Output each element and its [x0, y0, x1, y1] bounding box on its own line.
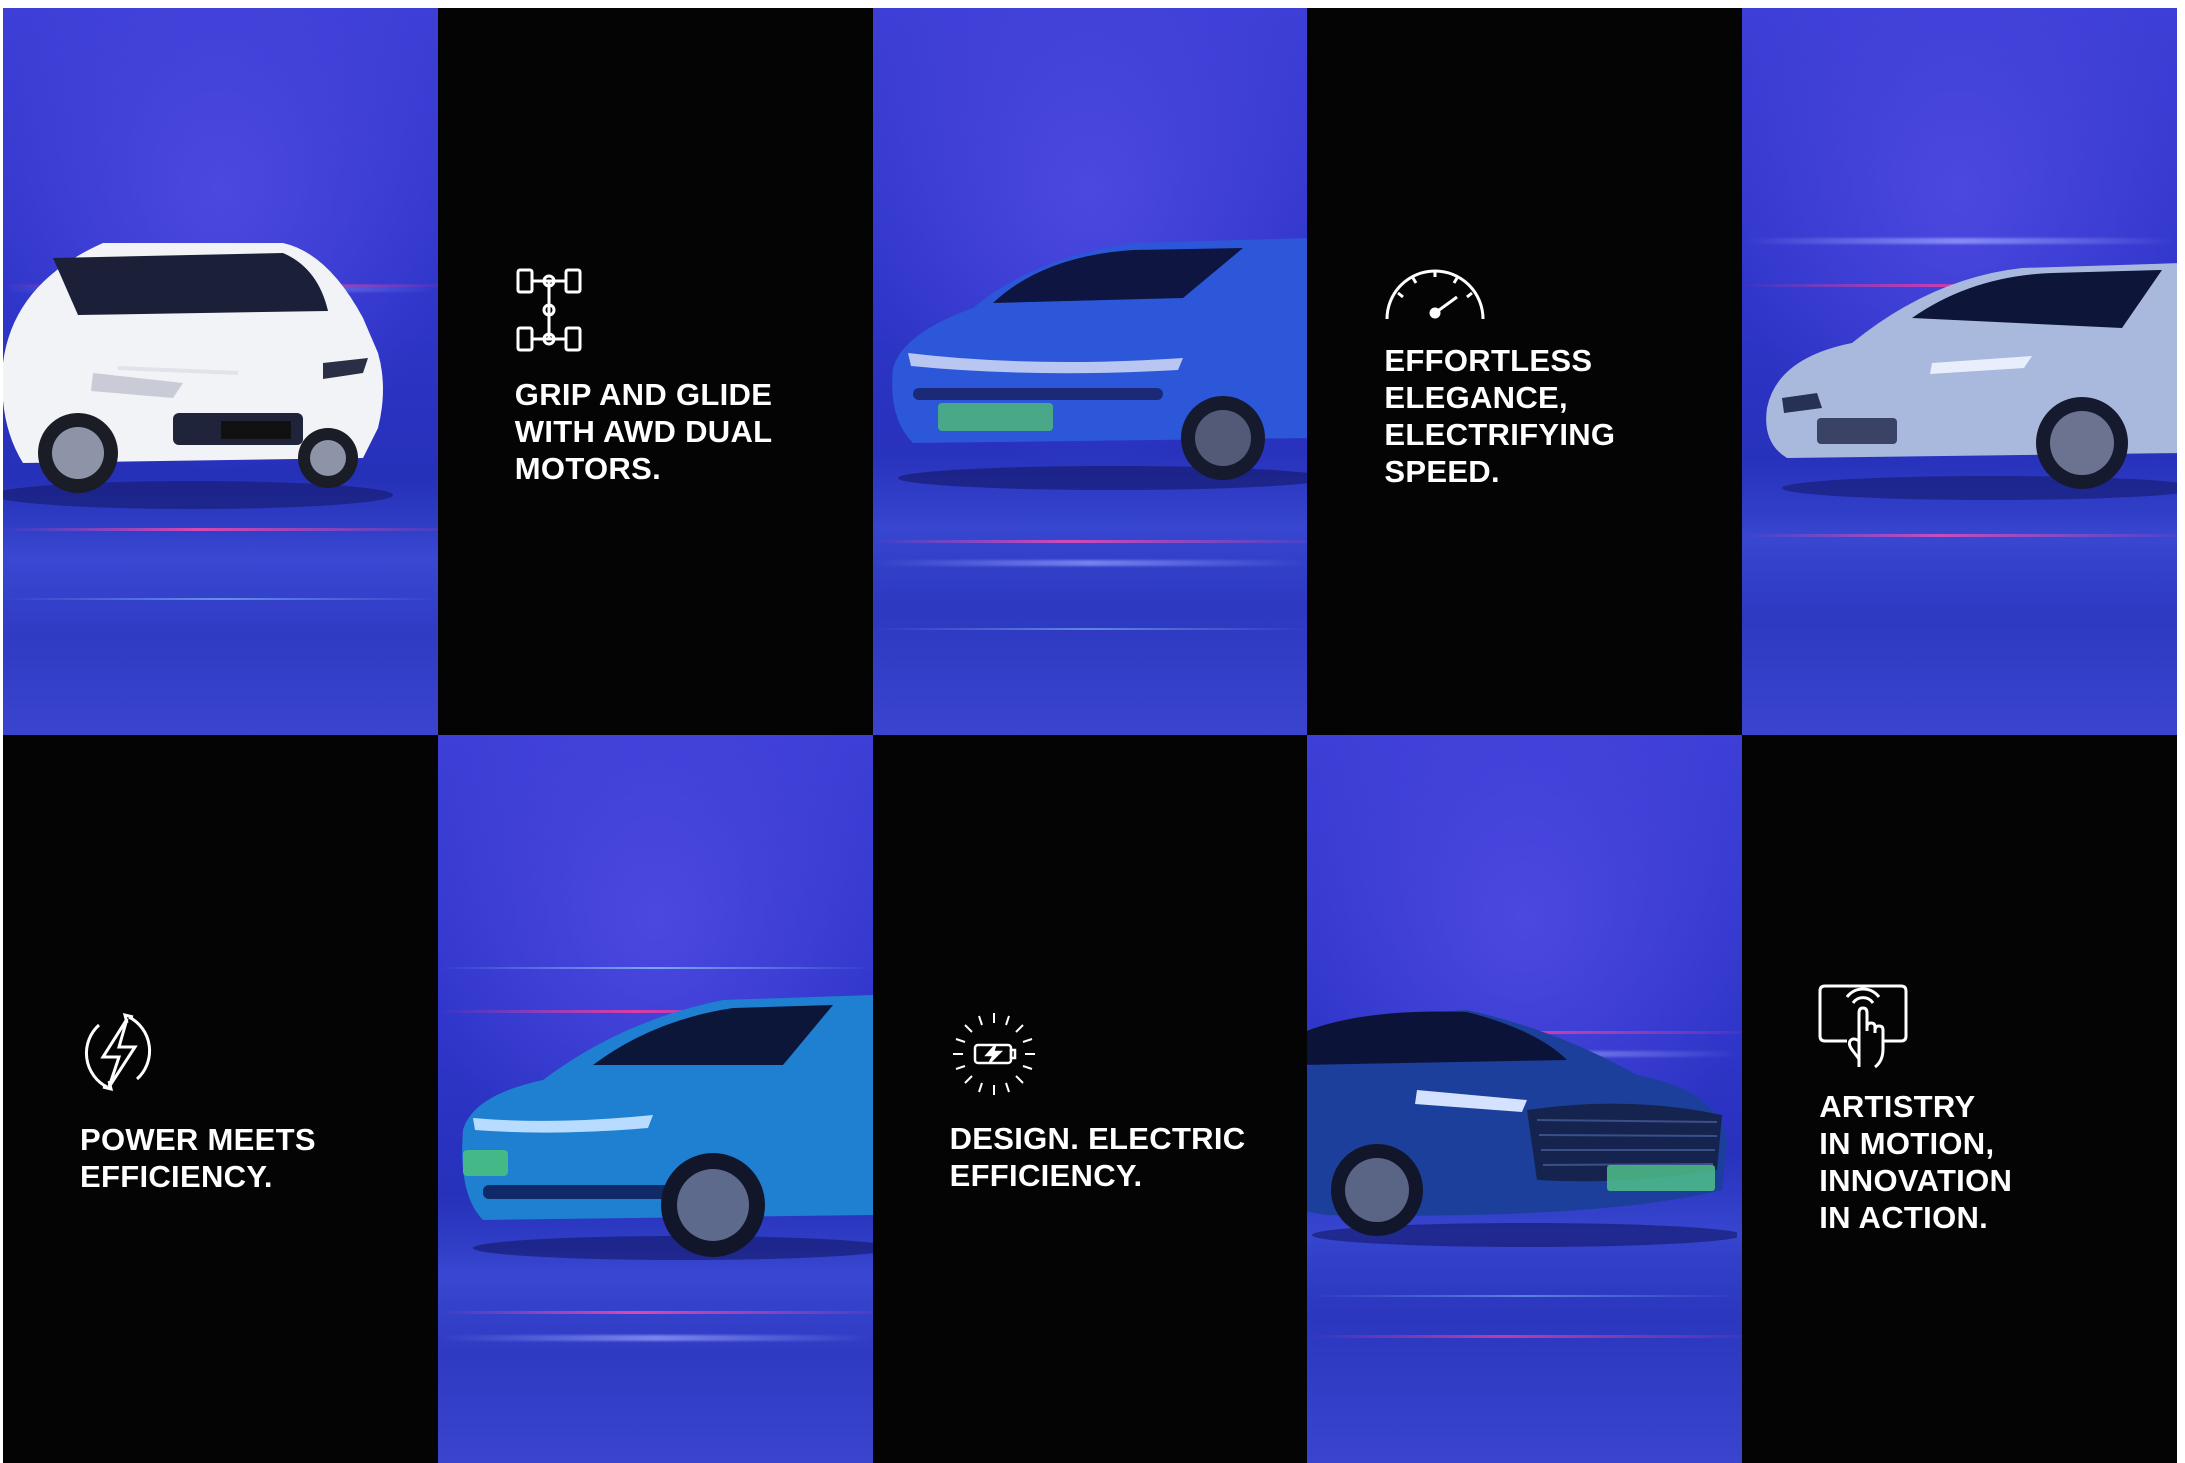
car-panel-navy-sedan — [1307, 735, 1743, 1463]
battery-charging-icon — [949, 1009, 1039, 1099]
feature-panel-speed: EFFORTLESS ELEGANCE, ELECTRIFYING SPEED. — [1307, 8, 1743, 735]
car-panel-blue-sedan — [872, 8, 1308, 735]
white-suv-image — [3, 223, 403, 523]
speedometer-icon — [1383, 263, 1487, 323]
awd-drivetrain-icon — [516, 266, 582, 354]
feature-panel-design: DESIGN. ELECTRIC EFFICIENCY. — [872, 735, 1308, 1463]
feature-panel-awd: GRIP AND GLIDE WITH AWD DUAL MOTORS. — [437, 8, 873, 735]
blue-sedan-image — [883, 228, 1308, 498]
feature-panel-artistry: ARTISTRY IN MOTION, INNOVATION IN ACTION. — [1742, 735, 2177, 1463]
silver-sports-sedan-image — [1762, 248, 2177, 508]
teal-crossover-image — [453, 980, 873, 1270]
navy-sedan-image — [1307, 990, 1738, 1260]
car-panel-teal-crossover — [437, 735, 873, 1463]
lightning-cycle-icon — [77, 1007, 159, 1097]
feature-caption-speed: EFFORTLESS ELEGANCE, ELECTRIFYING SPEED. — [1384, 343, 1616, 489]
feature-caption-artistry: ARTISTRY IN MOTION, INNOVATION IN ACTION. — [1819, 1089, 2013, 1235]
feature-panel-power: POWER MEETS EFFICIENCY. — [3, 735, 438, 1463]
car-panel-silver-sedan — [1742, 8, 2177, 735]
car-panel-white-suv — [3, 8, 438, 735]
feature-caption-power: POWER MEETS EFFICIENCY. — [80, 1122, 316, 1194]
feature-grid: GRIP AND GLIDE WITH AWD DUAL MOTORS. EFF… — [3, 8, 2177, 1463]
touchscreen-hand-icon — [1817, 983, 1909, 1069]
feature-caption-awd: GRIP AND GLIDE WITH AWD DUAL MOTORS. — [514, 377, 773, 486]
feature-caption-design: DESIGN. ELECTRIC EFFICIENCY. — [949, 1121, 1246, 1193]
